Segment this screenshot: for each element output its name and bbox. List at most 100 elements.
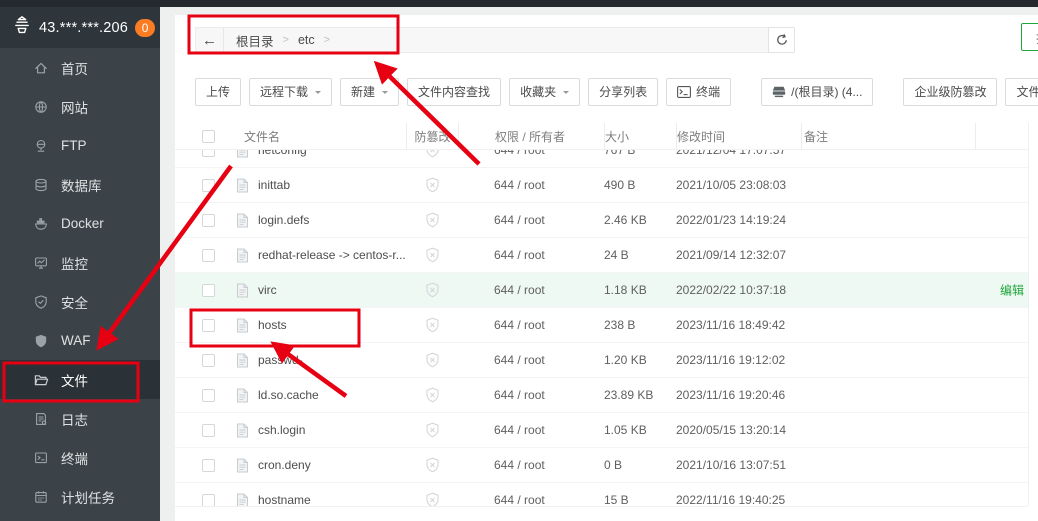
home-icon	[33, 60, 49, 76]
file-name[interactable]: inittab	[258, 178, 406, 192]
row-action-links[interactable]: 编辑 | 复制	[1000, 282, 1028, 299]
file-mtime: 2022/01/23 14:19:24	[676, 213, 787, 227]
file-name[interactable]: netconfig	[258, 150, 406, 157]
sidebar-item-waf[interactable]: WAF	[0, 321, 160, 360]
sidebar-item-label: 安全	[61, 295, 88, 311]
file-row[interactable]: hostname 644 / root 15 B 2022/11/16 19:40:2…	[175, 483, 1028, 506]
row-checkbox[interactable]	[202, 248, 215, 262]
file-row[interactable]: netconfig 644 / root 767 B 2021/12/04 17:07…	[175, 150, 1028, 168]
column-header: 大小	[604, 123, 676, 149]
search-button[interactable]: 搜索	[1021, 23, 1038, 51]
tamper-shield-icon[interactable]	[425, 492, 440, 506]
file-toolbar: 上传 远程下载 新建 文件内容查找 收藏夹 分享列表 终端 /(根目录) (4... 企业级防篡…	[195, 77, 1038, 106]
bt-logo-icon	[12, 15, 32, 40]
toolbar-button-label: 新建	[351, 85, 376, 99]
docker-icon	[33, 216, 49, 232]
file-permissions: 644 / root	[494, 458, 545, 472]
remote-download-button[interactable]: 远程下载	[249, 77, 333, 106]
sidebar-item-label: 文件	[61, 373, 88, 389]
file-row[interactable]: ld.so.cache 644 / root 23.89 KB 2023/11/16 …	[175, 378, 1028, 413]
file-mtime: 2023/11/16 19:12:02	[676, 353, 786, 367]
file-permissions: 644 / root	[494, 493, 545, 506]
favorites-button[interactable]: 收藏夹	[509, 77, 581, 106]
sidebar-item-website[interactable]: 网站	[0, 87, 160, 126]
terminal-button[interactable]: 终端	[666, 77, 732, 106]
sidebar-item-label: 监控	[61, 256, 88, 272]
file-row[interactable]: passwd- 644 / root 1.20 KB 2023/11/16 19:12…	[175, 343, 1028, 378]
file-icon-cell	[234, 318, 258, 333]
content-search-button[interactable]: 文件内容查找	[407, 77, 502, 106]
file-name[interactable]: csh.login	[258, 423, 406, 437]
row-checkbox[interactable]	[202, 178, 215, 192]
share-list-button[interactable]: 分享列表	[588, 77, 659, 106]
file-icon-cell	[234, 458, 258, 473]
sidebar-item-label: 日志	[61, 412, 88, 428]
terminal-icon	[33, 450, 49, 466]
new-button[interactable]: 新建	[340, 77, 400, 106]
sidebar-item-files[interactable]: 文件	[0, 360, 160, 399]
refresh-button[interactable]	[768, 27, 795, 53]
sidebar-item-monitor[interactable]: 监控	[0, 243, 160, 282]
file-name[interactable]: hostname	[258, 493, 406, 506]
file-row[interactable]: inittab 644 / root 490 B 2021/10/05 23:08:0…	[175, 168, 1028, 203]
back-button[interactable]: ←	[196, 28, 224, 52]
sidebar-item-ftp[interactable]: FTP	[0, 126, 160, 165]
file-name[interactable]: hosts	[258, 318, 406, 332]
tamper-shield-icon[interactable]	[425, 150, 440, 158]
message-count-badge[interactable]: 0	[135, 18, 156, 37]
file-row[interactable]: redhat-release -> centos-r... 644 / root 2…	[175, 238, 1028, 273]
select-all-checkbox[interactable]	[202, 129, 215, 143]
tamper-shield-icon[interactable]	[425, 317, 440, 333]
file-icon	[236, 150, 249, 158]
file-name[interactable]: login.defs	[258, 213, 406, 227]
row-checkbox[interactable]	[202, 150, 215, 157]
file-size: 238 B	[604, 318, 636, 332]
root-dir-select[interactable]: /(根目录) (4...	[761, 77, 874, 106]
file-permissions: 644 / root	[494, 248, 545, 262]
row-checkbox[interactable]	[202, 318, 215, 332]
tamper-shield-icon[interactable]	[425, 387, 440, 403]
tamper-shield-icon[interactable]	[425, 212, 440, 228]
tamper-shield-icon[interactable]	[425, 247, 440, 263]
tamper-shield-icon[interactable]	[425, 352, 440, 368]
sidebar-item-cron[interactable]: 计划任务	[0, 477, 160, 516]
file-name[interactable]: virc	[258, 283, 406, 297]
file-sync-button[interactable]: 文件同步	[1005, 77, 1038, 106]
tamper-shield-icon[interactable]	[425, 457, 440, 473]
chevron-down-icon	[563, 90, 570, 97]
file-name[interactable]: ld.so.cache	[258, 388, 406, 402]
breadcrumb-current-link[interactable]: etc	[298, 33, 315, 47]
row-checkbox[interactable]	[202, 283, 215, 297]
file-row[interactable]: cron.deny 644 / root 0 B 2021/10/16 13:07:5…	[175, 448, 1028, 483]
tamper-protect-button[interactable]: 企业级防篡改	[903, 77, 998, 106]
sidebar-item-security[interactable]: 安全	[0, 282, 160, 321]
tamper-shield-icon[interactable]	[425, 177, 440, 193]
sidebar-item-terminal[interactable]: 终端	[0, 438, 160, 477]
row-checkbox[interactable]	[202, 353, 215, 367]
row-checkbox[interactable]	[202, 493, 215, 506]
file-name[interactable]: passwd-	[258, 353, 406, 367]
breadcrumb-root-link[interactable]: 根目录	[236, 31, 274, 50]
sidebar-item-docker[interactable]: Docker	[0, 204, 160, 243]
list-scrollbar[interactable]	[1028, 123, 1038, 506]
file-name[interactable]: cron.deny	[258, 458, 406, 472]
sidebar-item-logs[interactable]: 日志	[0, 399, 160, 438]
file-row[interactable]: virc 644 / root 1.18 KB 2022/02/22 10:37:18…	[175, 273, 1028, 308]
tamper-shield-icon[interactable]	[425, 422, 440, 438]
sidebar-item-home[interactable]: 首页	[0, 48, 160, 87]
file-name[interactable]: redhat-release -> centos-r...	[258, 248, 406, 262]
sidebar-item-database[interactable]: 数据库	[0, 165, 160, 204]
row-checkbox[interactable]	[202, 388, 215, 402]
file-size: 23.89 KB	[604, 388, 654, 402]
file-row[interactable]: csh.login 644 / root 1.05 KB 2020/05/15 13:…	[175, 413, 1028, 448]
tamper-shield-icon[interactable]	[425, 282, 440, 298]
file-size: 490 B	[604, 178, 636, 192]
upload-button[interactable]: 上传	[195, 77, 242, 106]
file-row[interactable]: hosts 644 / root 238 B 2023/11/16 18:49:42	[175, 308, 1028, 343]
file-row[interactable]: login.defs 644 / root 2.46 KB 2022/01/23 14…	[175, 203, 1028, 238]
file-icon	[236, 248, 249, 263]
row-checkbox[interactable]	[202, 458, 215, 472]
row-checkbox[interactable]	[202, 213, 215, 227]
toolbar-button-label: 终端	[696, 85, 721, 99]
row-checkbox[interactable]	[202, 423, 215, 437]
